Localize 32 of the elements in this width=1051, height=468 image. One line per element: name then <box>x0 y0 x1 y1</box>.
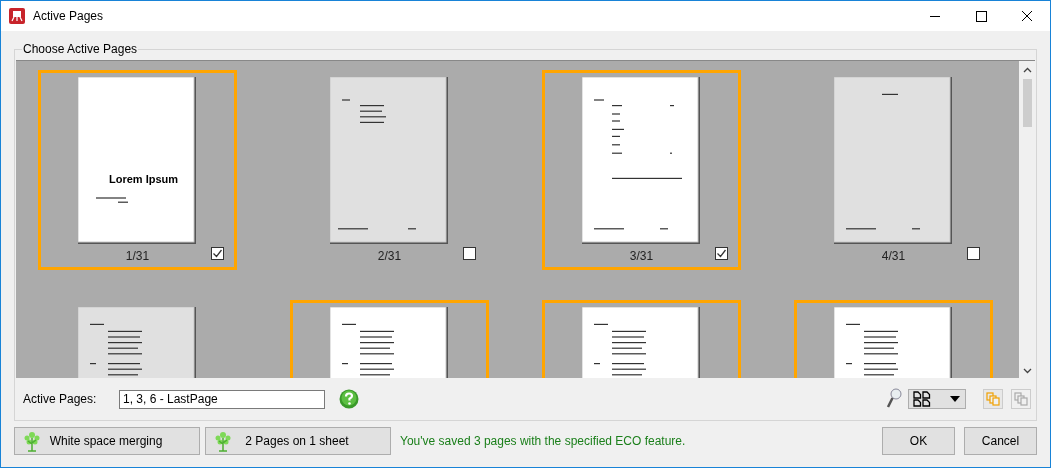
dialog-button[interactable]: Cancel <box>964 427 1037 455</box>
page-number: 3/31 <box>629 249 654 263</box>
tree-icon <box>23 430 41 452</box>
page-title: Lorem Ipsum <box>109 173 179 185</box>
page-thumbnail[interactable]: 4/31 <box>794 70 993 270</box>
magnifier-icon[interactable] <box>886 388 902 410</box>
eco-button[interactable]: 2 Pages on 1 sheet <box>205 427 391 455</box>
page-number: 2/31 <box>377 249 402 263</box>
tree-icon <box>214 430 232 452</box>
page-number: 1/31 <box>125 249 150 263</box>
page-number: 4/31 <box>881 249 906 263</box>
page-thumbnail[interactable]: Lorem Ipsum 1/31 <box>38 70 237 270</box>
eco-button[interactable]: White space merging <box>14 427 200 455</box>
active-pages-label: Active Pages: <box>23 392 98 406</box>
app-icon <box>9 8 25 24</box>
help-icon[interactable] <box>339 389 359 409</box>
dropdown-arrow-icon <box>950 396 960 402</box>
dialog-button[interactable]: OK <box>882 427 955 455</box>
layout-dropdown[interactable] <box>908 389 966 409</box>
active-pages-field[interactable]: 1, 3, 6 - LastPage <box>119 389 325 409</box>
page-checkbox[interactable] <box>715 247 728 260</box>
page-thumbnail[interactable]: 3/31 <box>542 70 741 270</box>
group-title: Choose Active Pages <box>22 42 139 56</box>
page-checkbox[interactable] <box>463 247 476 260</box>
window-title: Active Pages <box>33 9 104 23</box>
page-checkbox[interactable] <box>967 247 980 260</box>
vertical-scrollbar[interactable] <box>1019 61 1035 378</box>
scrollbar-thumb[interactable] <box>1022 79 1032 127</box>
page-grid-icon <box>913 391 931 407</box>
page-checkbox[interactable] <box>211 247 224 260</box>
status-message: You've saved 3 pages with the specified ECO feature. <box>400 434 686 448</box>
page-thumbnail[interactable]: 2/31 <box>290 70 489 270</box>
